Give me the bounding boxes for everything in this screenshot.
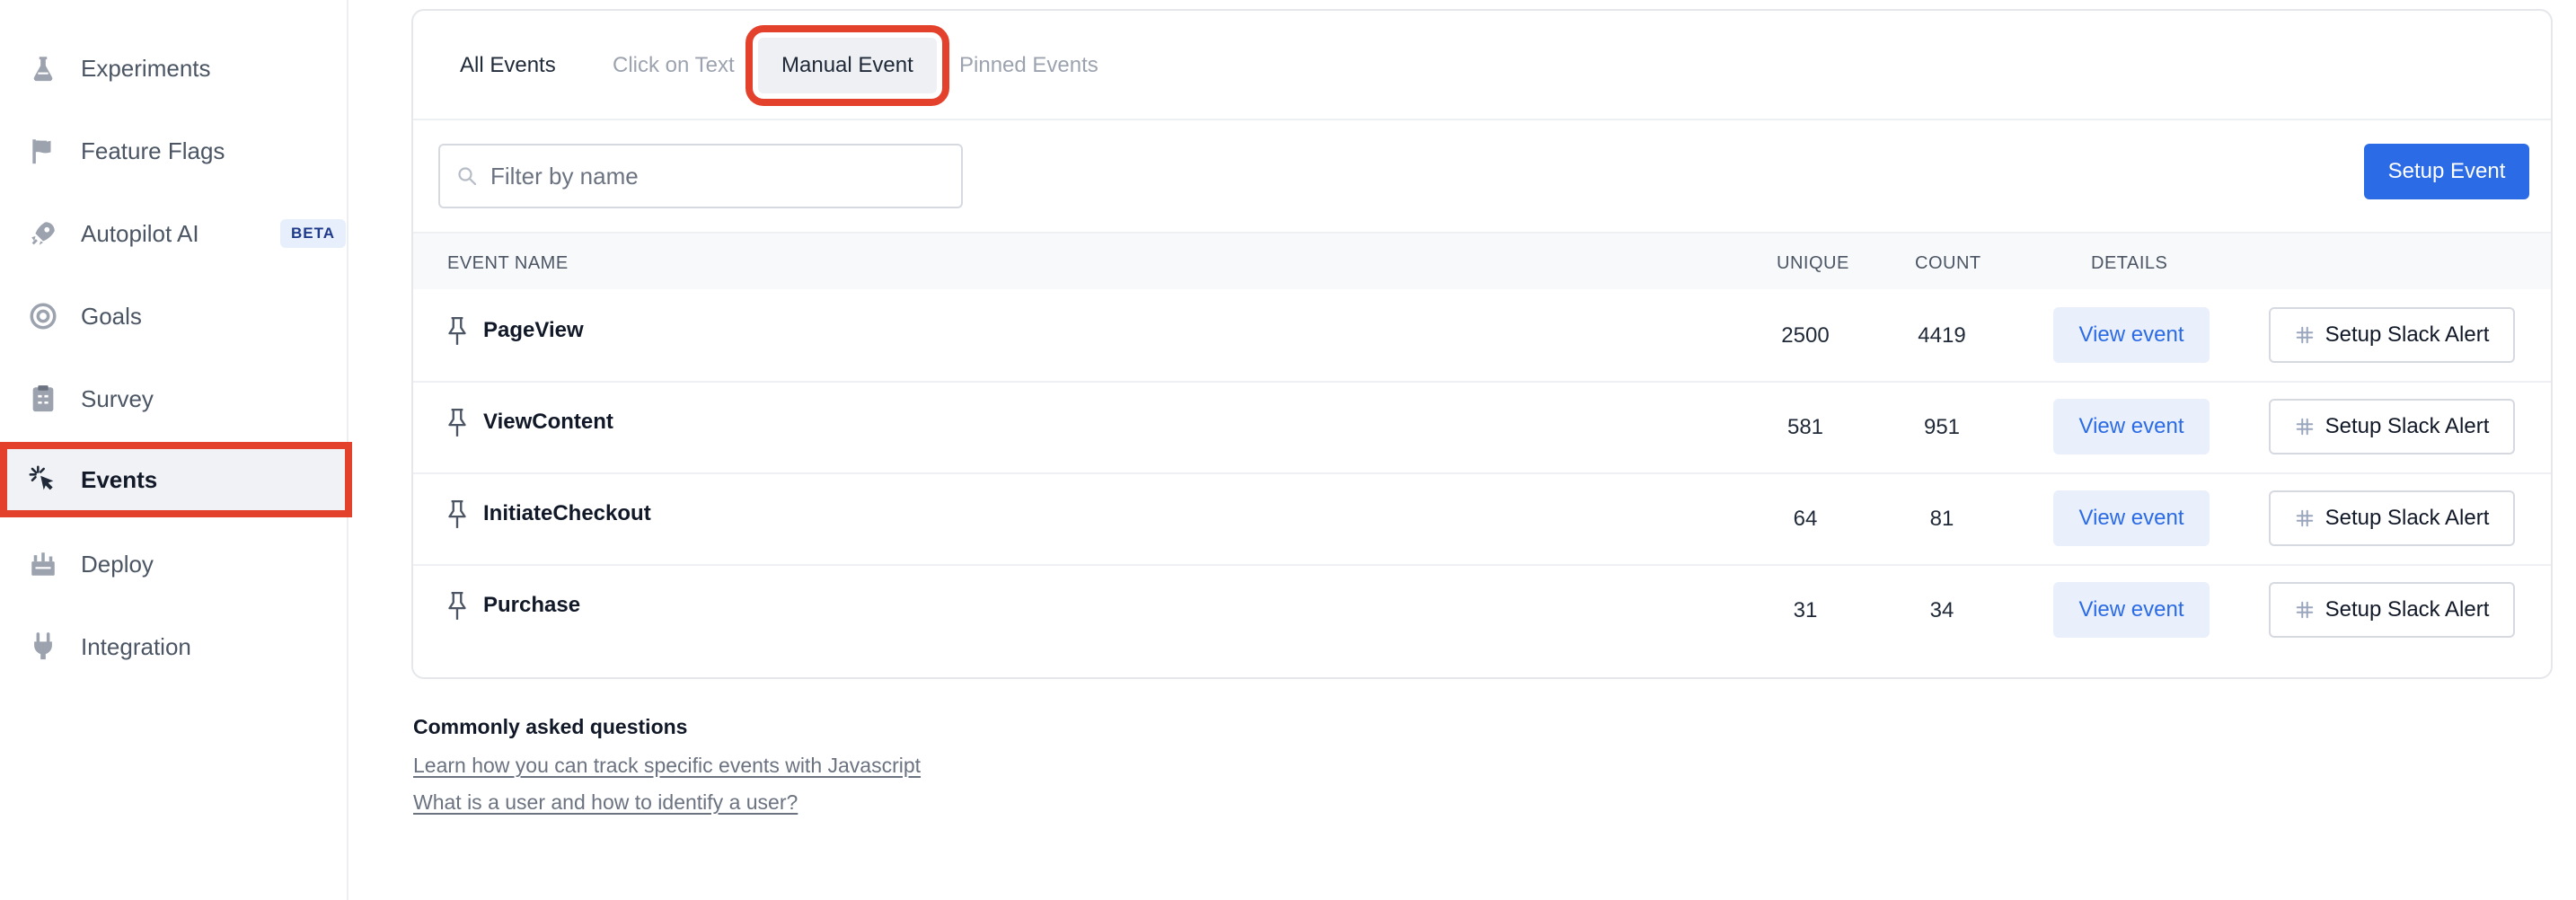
view-event-button[interactable]: View event: [2053, 490, 2210, 546]
column-header-details: DETAILS: [2091, 253, 2168, 273]
event-name: PageView: [483, 318, 584, 342]
tab-click-on-text[interactable]: Click on Text: [589, 38, 758, 93]
slack-icon: [2296, 601, 2313, 619]
event-name: Purchase: [483, 593, 581, 617]
event-tabs: All Events Click on Text Manual Event Pi…: [413, 11, 2551, 120]
sidebar-item-events[interactable]: Events: [0, 442, 352, 517]
plug-icon: [27, 631, 59, 663]
filter-input[interactable]: [490, 162, 940, 190]
pin-icon[interactable]: [446, 499, 469, 530]
sidebar-item-label: Deploy: [81, 550, 154, 578]
view-event-button[interactable]: View event: [2053, 582, 2210, 638]
deploy-icon: [27, 548, 59, 580]
sidebar-item-survey[interactable]: Survey: [0, 365, 348, 433]
unique-value: 64: [1793, 507, 1818, 531]
slack-alert-label: Setup Slack Alert: [2325, 506, 2490, 530]
cursor-click-icon: [27, 463, 59, 496]
table-row: ViewContent 581 951 View event Setup Sla…: [413, 383, 2551, 474]
event-name: ViewContent: [483, 410, 613, 434]
filter-field[interactable]: [438, 144, 963, 208]
sidebar-item-deploy[interactable]: Deploy: [0, 530, 348, 598]
clipboard-icon: [27, 383, 59, 415]
sidebar-item-integration[interactable]: Integration: [0, 613, 348, 681]
sidebar: Experiments Feature Flags Autopilot AI B…: [0, 0, 352, 900]
unique-value: 31: [1793, 598, 1818, 622]
slack-alert-label: Setup Slack Alert: [2325, 597, 2490, 622]
column-header-count: COUNT: [1915, 253, 1981, 273]
pin-icon[interactable]: [446, 408, 469, 438]
count-value: 81: [1929, 507, 1954, 531]
pin-icon[interactable]: [446, 316, 469, 347]
faq-link-track-events[interactable]: Learn how you can track specific events …: [413, 754, 921, 778]
table-row: Purchase 31 34 View event Setup Slack Al…: [413, 566, 2551, 657]
column-header-event-name: EVENT NAME: [447, 253, 569, 273]
count-value: 4419: [1918, 323, 1966, 348]
target-icon: [27, 300, 59, 332]
table-header: EVENT NAME UNIQUE COUNT DETAILS: [413, 232, 2551, 289]
slack-icon: [2296, 509, 2313, 527]
count-value: 34: [1929, 598, 1954, 622]
setup-slack-alert-button[interactable]: Setup Slack Alert: [2269, 582, 2515, 638]
sidebar-item-goals[interactable]: Goals: [0, 282, 348, 350]
events-card: All Events Click on Text Manual Event Pi…: [411, 9, 2553, 679]
tab-manual-event[interactable]: Manual Event: [745, 25, 949, 106]
sidebar-item-label: Feature Flags: [81, 137, 225, 164]
view-event-button[interactable]: View event: [2053, 307, 2210, 363]
pin-icon[interactable]: [446, 591, 469, 622]
slack-alert-label: Setup Slack Alert: [2325, 322, 2490, 347]
event-name: InitiateCheckout: [483, 501, 651, 525]
setup-slack-alert-button[interactable]: Setup Slack Alert: [2269, 490, 2515, 546]
sidebar-item-label: Autopilot AI: [81, 219, 199, 247]
slack-icon: [2296, 418, 2313, 436]
rocket-icon: [27, 217, 59, 250]
unique-value: 581: [1786, 415, 1824, 439]
beta-badge: BETA: [280, 219, 347, 248]
faq-title: Commonly asked questions: [413, 715, 688, 738]
sidebar-item-label: Goals: [81, 302, 142, 330]
column-header-unique: UNIQUE: [1777, 253, 1849, 273]
unique-value: 2500: [1781, 323, 1830, 348]
sidebar-item-experiments[interactable]: Experiments: [0, 34, 348, 102]
sidebar-item-feature-flags[interactable]: Feature Flags: [0, 117, 348, 185]
sidebar-item-autopilot-ai[interactable]: Autopilot AI BETA: [0, 199, 348, 268]
count-value: 951: [1923, 415, 1961, 439]
tab-pinned-events[interactable]: Pinned Events: [936, 38, 1122, 93]
flag-icon: [27, 135, 59, 167]
tab-all-events[interactable]: All Events: [437, 38, 579, 93]
slack-icon: [2296, 326, 2313, 344]
setup-slack-alert-button[interactable]: Setup Slack Alert: [2269, 307, 2515, 363]
view-event-button[interactable]: View event: [2053, 399, 2210, 454]
faq-link-identify-user[interactable]: What is a user and how to identify a use…: [413, 790, 921, 815]
sidebar-item-label: Survey: [81, 384, 154, 412]
flask-icon: [27, 52, 59, 84]
table-row: InitiateCheckout 64 81 View event Setup …: [413, 474, 2551, 566]
sidebar-item-label: Experiments: [81, 54, 211, 82]
search-icon: [458, 167, 477, 186]
slack-alert-label: Setup Slack Alert: [2325, 414, 2490, 438]
sidebar-item-label: Events: [81, 465, 158, 493]
table-row: PageView 2500 4419 View event Setup Slac…: [413, 291, 2551, 383]
setup-event-button[interactable]: Setup Event: [2364, 144, 2529, 199]
faq-section: Commonly asked questions Learn how you c…: [413, 715, 921, 827]
sidebar-item-label: Integration: [81, 632, 191, 660]
setup-slack-alert-button[interactable]: Setup Slack Alert: [2269, 399, 2515, 454]
app-root: Experiments Feature Flags Autopilot AI B…: [0, 0, 2576, 900]
